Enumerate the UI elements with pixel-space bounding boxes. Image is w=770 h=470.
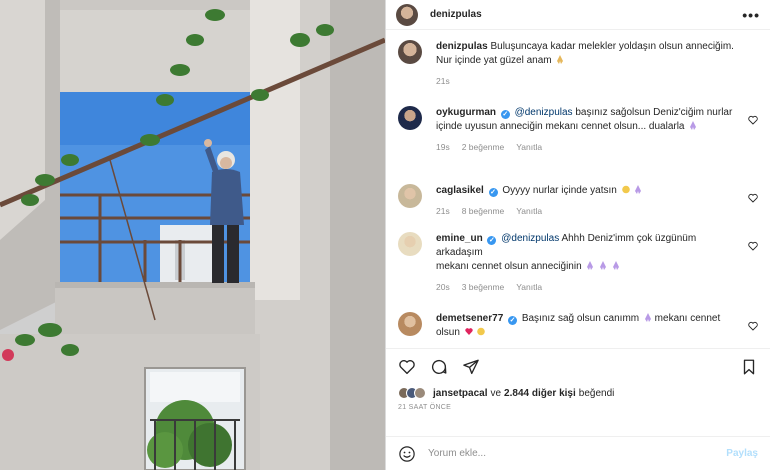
post-date[interactable]: 21 SAAT ÖNCE [386,402,770,416]
save-bookmark-icon[interactable] [740,358,758,376]
like-comment-heart-icon[interactable] [748,193,758,203]
comment-text-after: mekanı cennet [654,313,721,324]
comment-text: Oyyyy nurlar içinde yatsın [502,185,617,196]
post-header: denizpulas ••• [386,0,770,30]
share-paper-plane-icon[interactable] [462,358,480,376]
comment-username[interactable]: emine_un [436,233,483,244]
comment-avatar[interactable] [398,106,422,130]
post-actions [386,348,770,384]
caption: denizpulas Buluşuncaya kadar melekler yo… [398,40,758,106]
emoji-smile-icon[interactable] [398,445,416,463]
caption-time: 21s [436,76,450,86]
comment-time: 21s [436,206,450,216]
comment-text-line2: olsun [436,327,460,338]
comment-avatar[interactable] [398,312,422,336]
praying-hands-icon [690,121,697,130]
praying-hands-icon [635,185,642,194]
liker-username[interactable]: jansetpacal [433,388,487,399]
comment-item: oykugurman ✓ @denizpulas başınız sağolsu… [398,106,758,184]
liker-avatar [414,387,426,399]
comment-input[interactable] [428,448,727,459]
post-comment-button[interactable]: Paylaş [726,448,758,459]
comment-item: demetsener77 ✓ Başınız sağ olsun canımm … [398,312,758,348]
comment-bubble-icon[interactable] [430,358,448,376]
likes-summary: jansetpacal ve 2.844 diğer kişi beğendi [386,384,770,402]
comment-avatar[interactable] [398,232,422,256]
caption-username[interactable]: denizpulas [436,41,488,52]
author-avatar[interactable] [396,3,418,26]
praying-hands-icon [587,261,594,270]
like-heart-icon[interactable] [398,358,416,376]
comment-item: caglasikel ✓ Oyyyy nurlar içinde yatsın … [398,184,758,232]
reply-button[interactable]: Yanıtla [516,280,542,294]
verified-badge-icon: ✓ [500,110,510,119]
comment-mention[interactable]: @denizpulas [515,107,573,118]
red-heart-icon [465,328,473,335]
like-comment-heart-icon[interactable] [748,321,758,331]
likes-connector: ve [490,387,502,399]
praying-hands-icon [644,313,651,322]
praying-hands-icon [600,261,607,270]
post-photo [0,0,385,470]
comment-mention[interactable]: @denizpulas [501,233,559,244]
comment-avatar[interactable] [398,184,422,208]
comment-username[interactable]: caglasikel [436,185,484,196]
verified-badge-icon: ✓ [487,236,497,245]
comment-username[interactable]: oykugurman [436,107,496,118]
author-username[interactable]: denizpulas [430,9,482,20]
photo-illustration [0,0,385,470]
praying-hands-icon [557,55,564,64]
caption-avatar[interactable] [398,40,422,64]
like-comment-heart-icon[interactable] [748,241,758,251]
like-comment-heart-icon[interactable] [748,115,758,125]
likes-others-link[interactable]: 2.844 diğer kişi [504,388,576,399]
comment-likes-link[interactable]: 8 beğenme [462,204,505,218]
reply-button[interactable]: Yanıtla [516,204,542,218]
verified-badge-icon: ✓ [488,188,498,197]
reply-button[interactable]: Yanıtla [516,140,542,154]
more-options-icon[interactable]: ••• [742,7,760,23]
verified-badge-icon: ✓ [508,316,518,325]
comment-username[interactable]: demetsener77 [436,313,503,324]
praying-hands-icon [613,261,619,270]
likes-suffix: beğendi [578,387,615,399]
post-sidebar: denizpulas ••• denizpulas Buluşuncaya ka… [385,0,770,470]
comment-likes-link[interactable]: 2 beğenme [462,140,505,154]
comment-item: emine_un ✓ @denizpulas Ahhh Deniz'imm ço… [398,232,758,312]
comments-list[interactable]: denizpulas Buluşuncaya kadar melekler yo… [386,30,770,348]
comment-text: Başınız sağ olsun canımm [521,313,640,324]
comment-time: 20s [436,282,450,292]
comment-time: 19s [436,142,450,152]
instagram-post-modal: denizpulas ••• denizpulas Buluşuncaya ka… [0,0,770,470]
add-comment-bar: Paylaş [386,436,770,470]
sad-face-icon [621,185,630,194]
comment-text-line2: mekanı cennet olsun anneciğinin [436,261,582,272]
liker-avatars[interactable] [398,387,426,399]
sad-face-icon [477,327,486,336]
comment-likes-link[interactable]: 3 beğenme [462,280,505,294]
